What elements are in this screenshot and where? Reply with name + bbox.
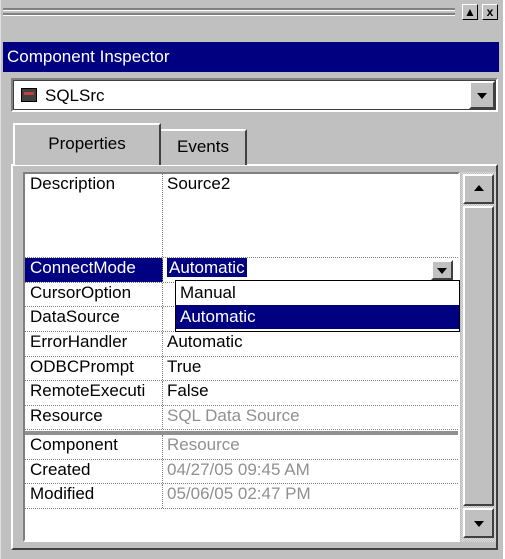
info-row-component: Component Resource xyxy=(25,435,458,460)
scroll-thumb[interactable] xyxy=(463,206,494,506)
connectmode-dropdown-button[interactable] xyxy=(431,260,453,280)
component-select-dropdown-button[interactable] xyxy=(469,81,495,109)
property-grid: Description Source2 ConnectMode Automati… xyxy=(23,172,460,542)
property-name: RemoteExecuti xyxy=(25,381,163,405)
component-inspector-window: ▲ x Component Inspector SQLSrc Propertie… xyxy=(0,0,503,559)
arrow-up-icon xyxy=(473,185,484,191)
property-row-errorhandler[interactable]: ErrorHandler Automatic xyxy=(25,332,458,357)
restore-button[interactable]: ▲ xyxy=(462,4,478,20)
property-row-odbcprompt[interactable]: ODBCPrompt True xyxy=(25,357,458,381)
info-row-modified: Modified 05/06/05 02:47 PM xyxy=(25,484,458,509)
scroll-up-button[interactable] xyxy=(463,174,494,204)
info-name: Created xyxy=(25,460,163,483)
chevron-down-icon xyxy=(437,268,447,274)
toolbar-grip[interactable] xyxy=(3,8,455,16)
dropdown-option-manual[interactable]: Manual xyxy=(176,281,459,305)
property-name: ErrorHandler xyxy=(25,332,163,356)
property-row-remoteexecution[interactable]: RemoteExecuti False xyxy=(25,381,458,406)
tab-properties-label: Properties xyxy=(48,134,126,153)
property-value[interactable]: Automatic xyxy=(164,332,458,356)
close-button[interactable]: x xyxy=(482,4,498,20)
dropdown-option-automatic[interactable]: Automatic xyxy=(176,305,459,329)
property-value: SQL Data Source xyxy=(167,406,300,425)
restore-icon: ▲ xyxy=(464,5,476,19)
property-row-description[interactable]: Description Source2 xyxy=(25,174,458,258)
property-name: Resource xyxy=(25,406,163,429)
window-title: Component Inspector xyxy=(7,47,170,66)
property-value-editor[interactable]: Automatic xyxy=(167,258,247,277)
info-row-created: Created 04/27/05 09:45 AM xyxy=(25,460,458,484)
connectmode-dropdown-list: Manual Automatic xyxy=(175,280,460,332)
property-row-resource[interactable]: Resource SQL Data Source xyxy=(25,406,458,430)
window-title-bar: Component Inspector xyxy=(3,42,499,72)
property-value[interactable]: False xyxy=(164,381,458,405)
property-name: Description xyxy=(25,174,163,257)
component-select[interactable]: SQLSrc xyxy=(11,78,498,112)
info-name: Component xyxy=(25,435,163,459)
info-value: Resource xyxy=(167,435,240,454)
tab-events-label: Events xyxy=(177,137,229,156)
property-name: DataSource xyxy=(25,307,163,331)
arrow-down-icon xyxy=(473,521,484,527)
info-value: 05/06/05 02:47 PM xyxy=(167,484,311,503)
info-value: 04/27/05 09:45 AM xyxy=(167,460,310,479)
component-select-value: SQLSrc xyxy=(45,86,105,105)
sql-source-icon xyxy=(21,88,37,102)
tab-events[interactable]: Events xyxy=(159,129,247,165)
close-icon: x xyxy=(486,5,494,19)
info-name: Modified xyxy=(25,484,163,508)
property-value[interactable]: True xyxy=(164,357,458,380)
property-name: ConnectMode xyxy=(25,258,163,282)
property-name: ODBCPrompt xyxy=(25,357,163,380)
property-value[interactable]: Source2 xyxy=(164,174,458,257)
vertical-scrollbar[interactable] xyxy=(461,172,496,542)
chevron-down-icon xyxy=(477,93,487,99)
scroll-down-button[interactable] xyxy=(463,508,494,538)
property-name: CursorOption xyxy=(25,283,163,306)
tab-properties[interactable]: Properties xyxy=(13,123,161,165)
